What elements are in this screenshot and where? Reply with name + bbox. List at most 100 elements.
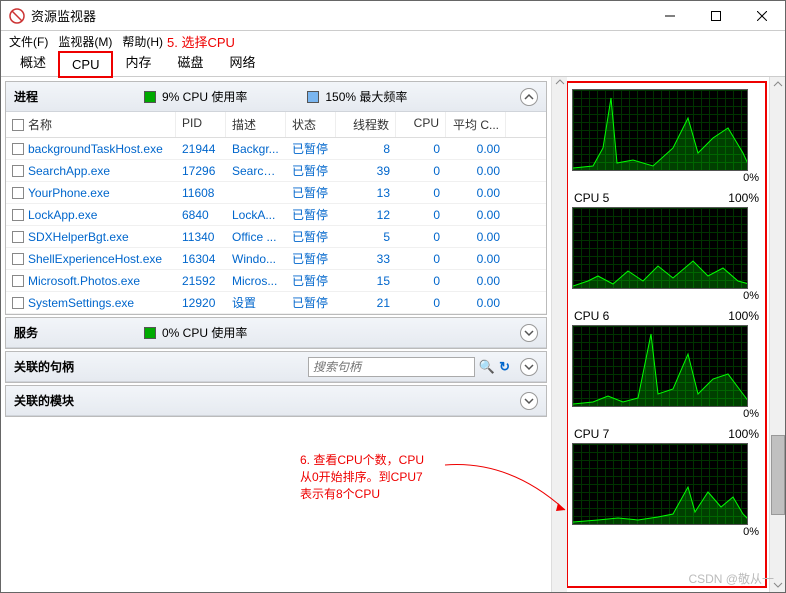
table-row[interactable]: SearchApp.exe17296Search...已暂停3900.00 xyxy=(6,160,546,182)
process-pid: 16304 xyxy=(176,250,226,268)
process-cpu: 0 xyxy=(396,184,446,202)
process-threads: 8 xyxy=(336,140,396,158)
tab-network[interactable]: 网络 xyxy=(217,47,269,76)
process-status: 已暂停 xyxy=(286,292,336,313)
row-checkbox[interactable] xyxy=(12,209,24,221)
panel-handles-title: 关联的句柄 xyxy=(14,358,144,375)
cpu-graph: 0% xyxy=(572,87,761,185)
process-desc: Backgr... xyxy=(226,140,286,158)
cpu-graph: CPU 6100%0% xyxy=(572,309,761,421)
row-checkbox[interactable] xyxy=(12,253,24,265)
graph-canvas xyxy=(572,89,748,171)
table-row[interactable]: SystemSettings.exe12920设置已暂停2100.00 xyxy=(6,292,546,314)
row-checkbox[interactable] xyxy=(12,297,24,309)
process-cpu: 0 xyxy=(396,162,446,180)
green-square-icon xyxy=(144,91,156,103)
panel-processes-header[interactable]: 进程 9% CPU 使用率 150% 最大频率 xyxy=(6,82,546,112)
graph-max: 100% xyxy=(728,309,759,323)
chevron-down-icon[interactable] xyxy=(520,324,538,342)
process-avg: 0.00 xyxy=(446,228,506,246)
tab-overview[interactable]: 概述 xyxy=(7,47,59,76)
process-cpu: 0 xyxy=(396,228,446,246)
process-status: 已暂停 xyxy=(286,182,336,203)
close-button[interactable] xyxy=(739,1,785,31)
graph-pct: 0% xyxy=(572,289,761,303)
process-pid: 21944 xyxy=(176,140,226,158)
col-avg[interactable]: 平均 C... xyxy=(446,112,506,137)
app-icon xyxy=(9,8,25,24)
process-pid: 17296 xyxy=(176,162,226,180)
process-table: 名称 PID 描述 状态 线程数 CPU 平均 C... backgroundT… xyxy=(6,112,546,314)
process-threads: 33 xyxy=(336,250,396,268)
graph-canvas xyxy=(572,443,748,525)
window-title: 资源监视器 xyxy=(31,6,647,25)
process-status: 已暂停 xyxy=(286,160,336,181)
table-row[interactable]: SDXHelperBgt.exe11340Office ...已暂停500.00 xyxy=(6,226,546,248)
tab-disk[interactable]: 磁盘 xyxy=(164,47,216,76)
col-threads[interactable]: 线程数 xyxy=(336,112,396,137)
process-threads: 5 xyxy=(336,228,396,246)
panel-modules: 关联的模块 xyxy=(5,385,547,417)
cpu-graph: CPU 5100%0% xyxy=(572,191,761,303)
panel-services: 服务 0% CPU 使用率 xyxy=(5,317,547,349)
graph-label: CPU 7 xyxy=(574,427,609,441)
process-pid: 12920 xyxy=(176,294,226,312)
table-row[interactable]: ShellExperienceHost.exe16304Windo...已暂停3… xyxy=(6,248,546,270)
process-threads: 39 xyxy=(336,162,396,180)
refresh-icon[interactable]: ↻ xyxy=(499,359,510,375)
minimize-button[interactable] xyxy=(647,1,693,31)
process-threads: 12 xyxy=(336,206,396,224)
process-avg: 0.00 xyxy=(446,250,506,268)
row-checkbox[interactable] xyxy=(12,165,24,177)
col-pid[interactable]: PID xyxy=(176,112,226,137)
col-cpu[interactable]: CPU xyxy=(396,112,446,137)
search-handles-input[interactable] xyxy=(308,357,475,377)
panel-services-header[interactable]: 服务 0% CPU 使用率 xyxy=(6,318,546,348)
scroll-up-icon[interactable] xyxy=(555,77,565,87)
col-status[interactable]: 状态 xyxy=(286,112,336,137)
row-checkbox[interactable] xyxy=(12,187,24,199)
graph-label: CPU 6 xyxy=(574,309,609,323)
chevron-down-icon[interactable] xyxy=(520,392,538,410)
process-avg: 0.00 xyxy=(446,162,506,180)
process-desc: Windo... xyxy=(226,250,286,268)
tabbar: 概述 CPU 内存 磁盘 网络 xyxy=(1,51,785,77)
scroll-thumb[interactable] xyxy=(771,435,785,515)
menu-monitor[interactable]: 监视器(M) xyxy=(58,33,112,50)
scroll-up-icon[interactable] xyxy=(773,79,783,89)
table-header: 名称 PID 描述 状态 线程数 CPU 平均 C... xyxy=(6,112,546,138)
table-row[interactable]: YourPhone.exe11608已暂停1300.00 xyxy=(6,182,546,204)
graph-pct: 0% xyxy=(572,171,761,185)
row-checkbox[interactable] xyxy=(12,143,24,155)
watermark: CSDN @敬从一 xyxy=(688,570,774,587)
process-cpu: 0 xyxy=(396,250,446,268)
process-avg: 0.00 xyxy=(446,294,506,312)
tab-memory[interactable]: 内存 xyxy=(112,47,164,76)
table-row[interactable]: LockApp.exe6840LockA...已暂停1200.00 xyxy=(6,204,546,226)
col-name[interactable]: 名称 xyxy=(28,116,52,133)
table-row[interactable]: Microsoft.Photos.exe21592Micros...已暂停150… xyxy=(6,270,546,292)
chevron-down-icon[interactable] xyxy=(520,358,538,376)
tab-cpu[interactable]: CPU xyxy=(59,52,112,77)
graph-max: 100% xyxy=(728,191,759,205)
process-desc xyxy=(226,191,286,195)
panel-modules-header[interactable]: 关联的模块 xyxy=(6,386,546,416)
maximize-button[interactable] xyxy=(693,1,739,31)
process-name: YourPhone.exe xyxy=(28,186,110,200)
services-cpu-metric: 0% CPU 使用率 xyxy=(162,324,247,341)
header-checkbox[interactable] xyxy=(12,119,24,131)
panel-handles-header[interactable]: 关联的句柄 🔍 ↻ xyxy=(6,352,546,382)
graph-pct: 0% xyxy=(572,525,761,539)
right-scrollbar[interactable] xyxy=(769,77,785,592)
graph-canvas xyxy=(572,207,748,289)
table-row[interactable]: backgroundTaskHost.exe21944Backgr...已暂停8… xyxy=(6,138,546,160)
row-checkbox[interactable] xyxy=(12,231,24,243)
scroll-down-icon[interactable] xyxy=(773,580,783,590)
search-icon[interactable]: 🔍 xyxy=(479,359,495,375)
row-checkbox[interactable] xyxy=(12,275,24,287)
col-desc[interactable]: 描述 xyxy=(226,112,286,137)
chevron-up-icon[interactable] xyxy=(520,88,538,106)
panel-modules-title: 关联的模块 xyxy=(14,392,144,409)
process-cpu: 0 xyxy=(396,272,446,290)
process-desc: Search... xyxy=(226,162,286,180)
